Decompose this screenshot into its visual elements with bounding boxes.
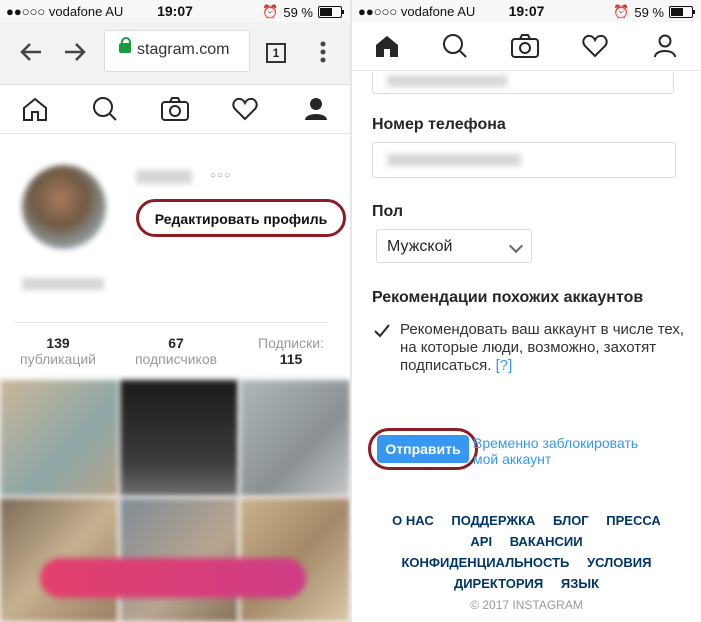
camera-icon[interactable] — [511, 34, 539, 58]
photo-grid — [0, 380, 350, 622]
footer-link-support[interactable]: ПОДДЕРЖКА — [451, 513, 535, 528]
checkmark-icon[interactable] — [374, 324, 390, 338]
heart-icon[interactable] — [232, 97, 258, 121]
recommend-label: Рекомендации похожих аккаунтов — [372, 289, 644, 306]
more-options[interactable]: ○○○ — [210, 170, 231, 181]
footer-link-blog[interactable]: БЛОГ — [553, 513, 589, 528]
gender-label: Пол — [372, 203, 404, 220]
battery-percent: 59 % — [283, 4, 313, 20]
photo-thumbnail[interactable] — [240, 380, 350, 496]
profile-avatar[interactable] — [22, 165, 106, 249]
tab-switcher[interactable]: 1 — [266, 43, 286, 63]
recommend-description: Рекомендовать ваш аккаунт в числе тех, н… — [400, 321, 685, 374]
footer-links-row-4: ДИРЕКТОРИЯ ЯЗЫК — [352, 576, 701, 591]
footer-links-row-3: КОНФИДЕНЦИАЛЬНОСТЬ УСЛОВИЯ — [352, 555, 701, 570]
browser-toolbar: stagram.com 1 — [0, 22, 350, 85]
lock-icon — [119, 37, 131, 53]
forward-arrow-icon[interactable] — [64, 42, 86, 62]
footer-link-privacy[interactable]: КОНФИДЕНЦИАЛЬНОСТЬ — [402, 555, 570, 570]
instagram-nav — [0, 85, 350, 134]
instagram-nav — [352, 22, 701, 71]
phone-value-blurred — [387, 154, 521, 166]
phone-label: Номер телефона — [372, 116, 506, 133]
footer-link-terms[interactable]: УСЛОВИЯ — [587, 555, 651, 570]
battery-status: ⏰ 59 % — [613, 4, 695, 20]
phone-input[interactable] — [372, 142, 676, 178]
gender-value: Мужской — [387, 238, 453, 255]
home-icon[interactable] — [374, 34, 400, 58]
search-icon[interactable] — [92, 96, 118, 122]
alarm-icon: ⏰ — [613, 4, 630, 19]
profile-icon[interactable] — [303, 96, 329, 122]
profile-icon[interactable] — [652, 33, 678, 59]
footer-link-about[interactable]: О НАС — [392, 513, 434, 528]
footer-link-press[interactable]: ПРЕССА — [606, 513, 661, 528]
url-text: stagram.com — [137, 41, 230, 58]
username-blurred — [136, 170, 192, 184]
stats-divider — [14, 322, 328, 323]
following-count[interactable]: Подписки: 115 — [248, 335, 334, 367]
battery-percent: 59 % — [634, 4, 664, 20]
battery-status: ⏰ 59 % — [262, 4, 344, 20]
alarm-icon: ⏰ — [262, 4, 279, 19]
temporarily-disable-link[interactable]: Временно заблокировать мой аккаунт — [473, 435, 638, 467]
gender-select[interactable]: Мужской — [376, 229, 532, 263]
battery-icon — [669, 6, 695, 18]
copyright: © 2017 INSTAGRAM — [470, 598, 583, 612]
right-screenshot: ●●○○○ vodafone AU 19:07 ⏰ 59 % Номер тел… — [352, 0, 701, 622]
left-screenshot: ●●○○○ vodafone AU 19:07 ⏰ 59 % stagram.c… — [0, 0, 350, 622]
heart-icon[interactable] — [582, 34, 608, 58]
submit-button[interactable]: Отправить — [368, 428, 478, 470]
footer-link-api[interactable]: API — [470, 534, 492, 549]
posts-count[interactable]: 139 публикаций — [10, 335, 106, 367]
full-name-blurred — [22, 278, 104, 290]
chevron-down-icon — [508, 238, 524, 254]
footer-link-jobs[interactable]: ВАКАНСИИ — [510, 534, 583, 549]
status-bar: ●●○○○ vodafone AU 19:07 ⏰ 59 % — [352, 0, 701, 22]
previous-field[interactable] — [372, 71, 674, 94]
battery-icon — [318, 6, 344, 18]
help-link[interactable]: [?] — [496, 357, 513, 374]
url-bar[interactable]: stagram.com — [104, 30, 250, 72]
search-icon[interactable] — [442, 33, 468, 59]
footer-links-row-2: API ВАКАНСИИ — [352, 534, 701, 549]
footer-links-row-1: О НАС ПОДДЕРЖКА БЛОГ ПРЕССА — [352, 513, 701, 528]
photo-thumbnail[interactable] — [0, 380, 118, 496]
camera-icon[interactable] — [161, 97, 189, 121]
status-bar: ●●○○○ vodafone AU 19:07 ⏰ 59 % — [0, 0, 350, 22]
photo-thumbnail[interactable] — [120, 380, 238, 496]
followers-count[interactable]: 67 подписчиков — [124, 335, 228, 367]
home-icon[interactable] — [22, 97, 48, 121]
blurred-banner — [40, 558, 306, 598]
back-arrow-icon[interactable] — [20, 42, 42, 62]
menu-dots-icon[interactable] — [320, 41, 326, 63]
edit-profile-button[interactable]: Редактировать профиль — [136, 199, 346, 237]
footer-link-language[interactable]: ЯЗЫК — [561, 576, 599, 591]
footer-link-directory[interactable]: ДИРЕКТОРИЯ — [454, 576, 543, 591]
